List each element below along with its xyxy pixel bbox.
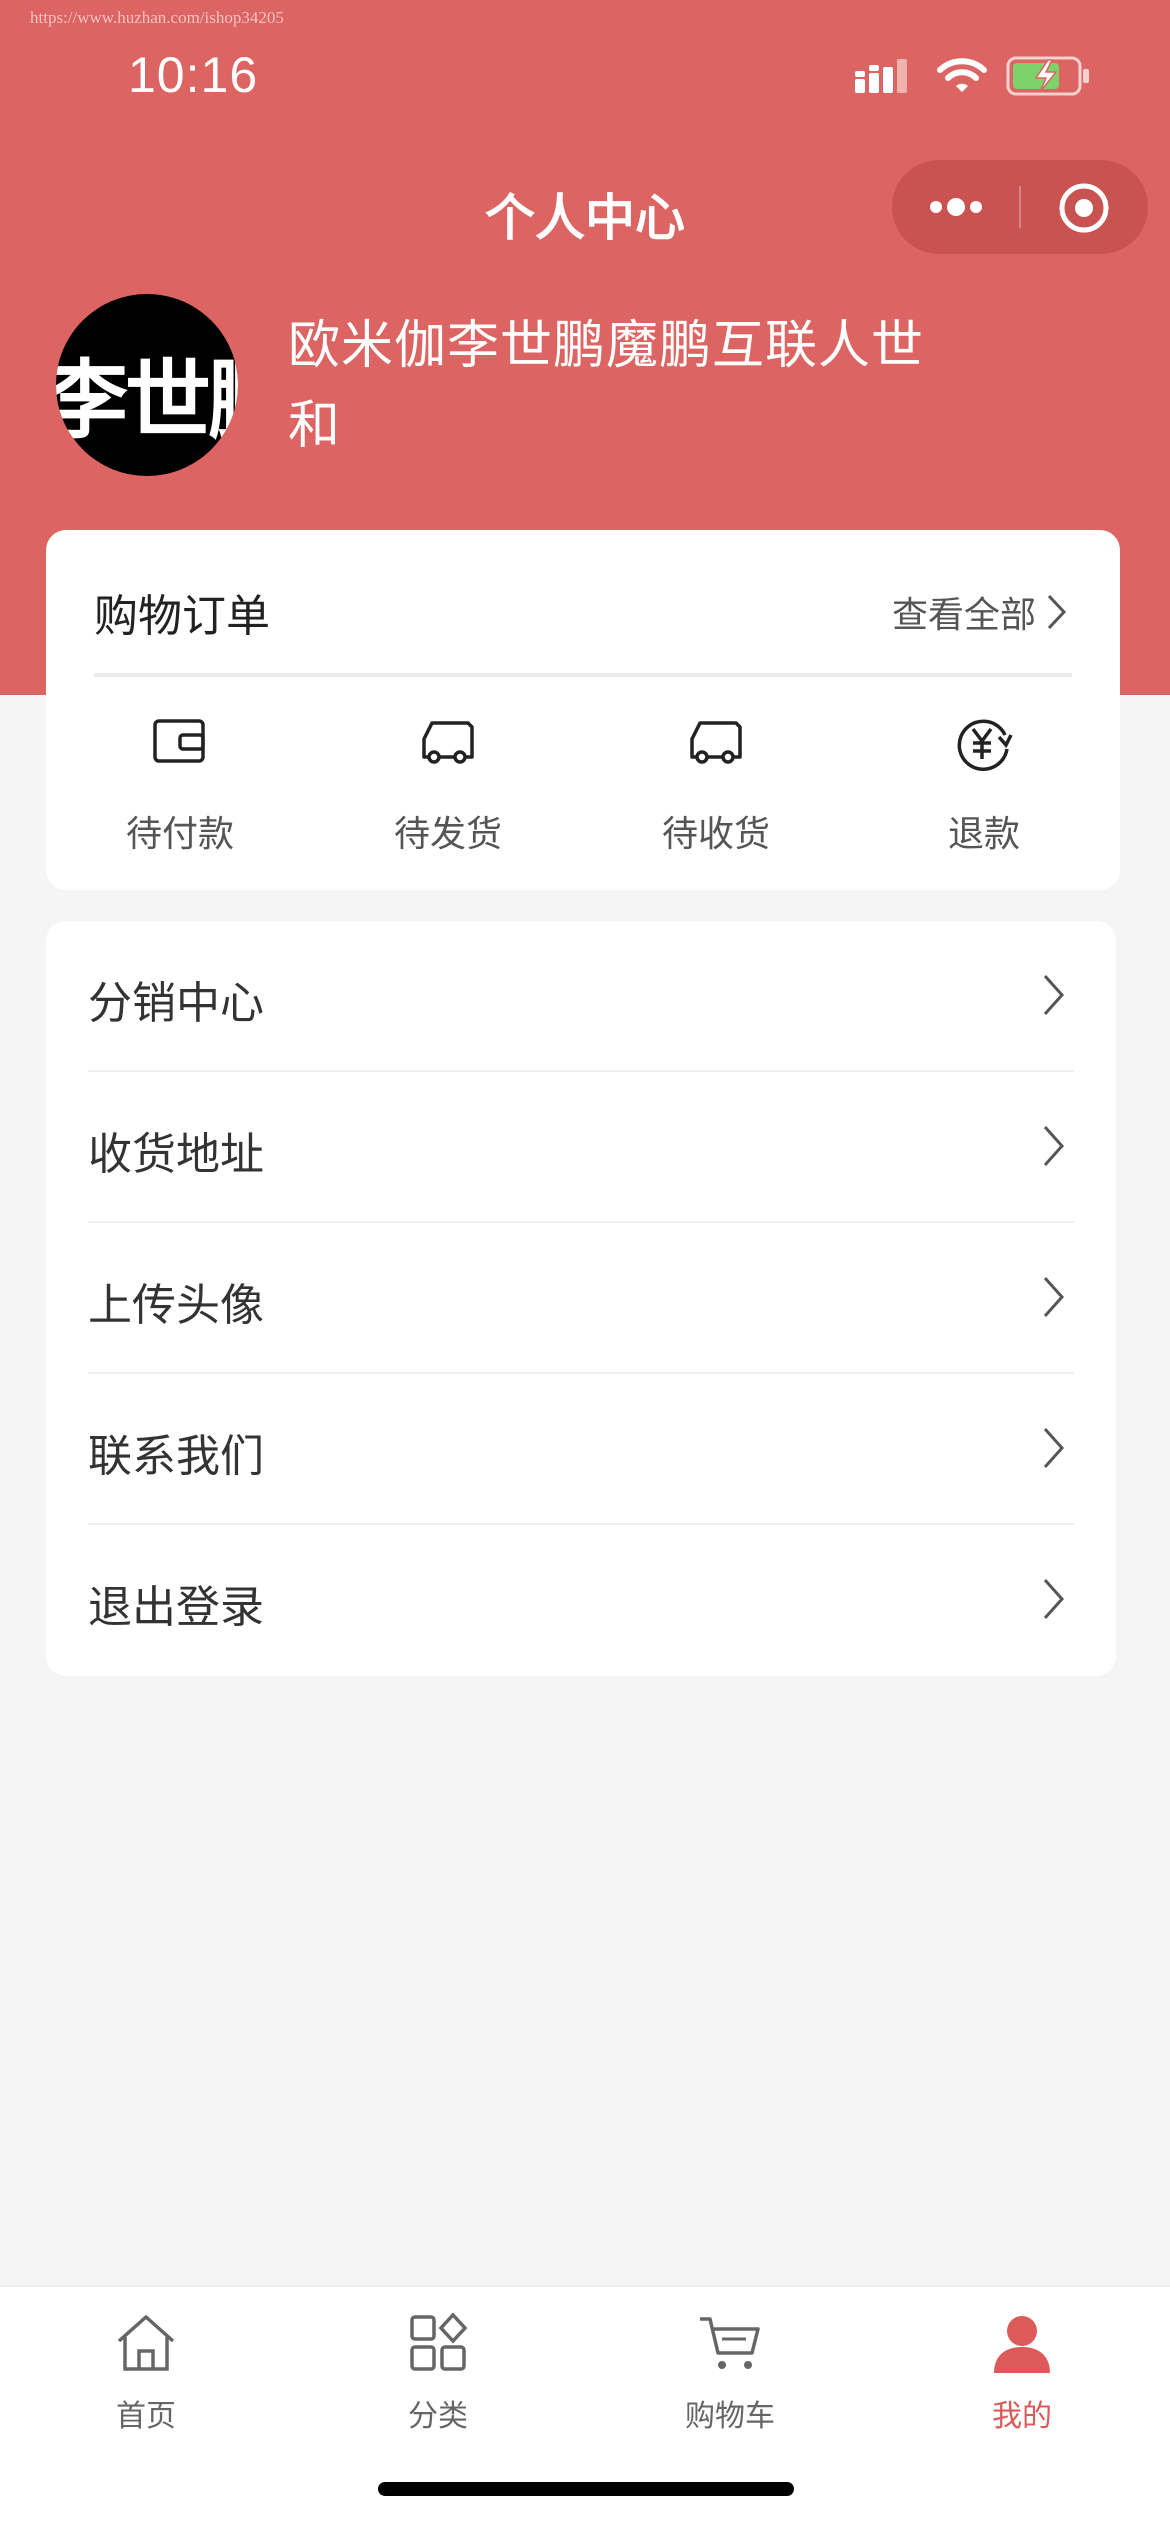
view-all-label: 查看全部: [891, 595, 1036, 636]
tab-category[interactable]: 分类: [292, 2311, 584, 2435]
wallet-icon: [153, 719, 205, 763]
capsule-divider: [1019, 186, 1021, 228]
menu-item-label: 分销中心: [88, 978, 264, 1029]
category-icon: [410, 2312, 468, 2371]
user-icon: [994, 2316, 1050, 2373]
order-refund[interactable]: 退款: [850, 715, 1118, 857]
order-item-label: 待收货: [661, 814, 770, 855]
order-item-label: 待发货: [393, 814, 502, 855]
wifi-icon: [937, 58, 987, 92]
orders-title: 购物订单: [94, 591, 270, 642]
user-name: 欧米伽李世鹏魔鹏互联人世和: [288, 316, 925, 456]
home-icon: [117, 2315, 175, 2371]
menu-item-label: 收货地址: [88, 1129, 264, 1180]
avatar-text: 李世鹏: [56, 351, 238, 451]
view-all-orders-link[interactable]: 查看全部: [892, 586, 1068, 638]
chevron-right-icon: [1043, 1427, 1065, 1469]
tab-label: 我的: [992, 2399, 1052, 2434]
tab-mine[interactable]: 我的: [876, 2311, 1168, 2435]
tab-label: 购物车: [685, 2399, 775, 2434]
menu-list: 分销中心 收货地址 上传头像 联系我们 退出登录: [46, 921, 1116, 1676]
refund-yen-icon: [957, 719, 1013, 771]
close-miniprogram-icon[interactable]: [1056, 180, 1112, 236]
watermark: https://www.huzhan.com/ishop34205: [30, 8, 284, 27]
menu-item-logout[interactable]: 退出登录: [88, 1525, 1074, 1676]
menu-item-label: 退出登录: [88, 1582, 264, 1633]
truck-icon: [690, 721, 742, 764]
chevron-right-icon: [1043, 1578, 1065, 1620]
menu-item-shipping-address[interactable]: 收货地址: [88, 1072, 1074, 1223]
menu-item-upload-avatar[interactable]: 上传头像: [88, 1223, 1074, 1374]
order-pending-payment[interactable]: 待付款: [46, 715, 314, 857]
tab-home[interactable]: 首页: [0, 2311, 292, 2435]
truck-icon: [422, 721, 474, 764]
order-item-label: 待付款: [125, 814, 234, 855]
tab-cart[interactable]: 购物车: [584, 2311, 876, 2435]
order-pending-shipment[interactable]: 待发货: [314, 715, 582, 857]
battery-icon: [1006, 56, 1089, 96]
order-item-label: 退款: [947, 814, 1020, 855]
miniprogram-capsule: [892, 160, 1148, 254]
order-pending-receipt[interactable]: 待收货: [582, 715, 850, 857]
menu-item-distribution-center[interactable]: 分销中心: [88, 921, 1074, 1072]
avatar[interactable]: 李世鹏: [56, 294, 238, 476]
menu-item-contact-us[interactable]: 联系我们: [88, 1374, 1074, 1525]
tab-label: 分类: [408, 2399, 468, 2434]
orders-divider: [94, 673, 1072, 677]
menu-item-label: 联系我们: [88, 1431, 264, 1482]
home-indicator: [378, 2482, 794, 2496]
chevron-right-icon: [1047, 594, 1067, 630]
orders-card: 购物订单 查看全部 待付款 待发货 待收货 退款: [46, 530, 1120, 890]
chevron-right-icon: [1043, 1276, 1065, 1318]
cellular-signal-icon: [855, 59, 907, 93]
status-time: 10:16: [128, 47, 259, 103]
menu-item-label: 上传头像: [88, 1280, 264, 1331]
cart-icon: [700, 2317, 760, 2369]
chevron-right-icon: [1043, 974, 1065, 1016]
tab-label: 首页: [116, 2399, 176, 2434]
more-icon[interactable]: [926, 190, 986, 224]
chevron-right-icon: [1043, 1125, 1065, 1167]
